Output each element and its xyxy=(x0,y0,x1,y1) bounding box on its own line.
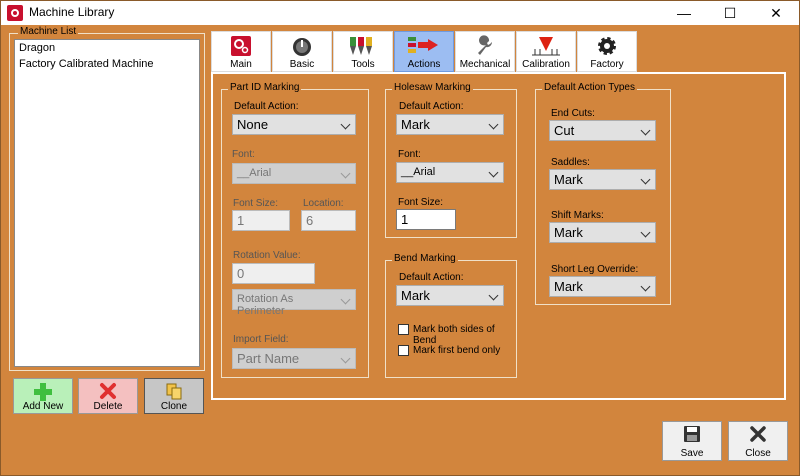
actions-icon xyxy=(408,37,438,53)
tab-actions-label: Actions xyxy=(407,59,441,70)
shift-marks-select[interactable]: Mark xyxy=(549,222,656,243)
end-cuts-label: End Cuts: xyxy=(551,108,595,119)
delete-label: Delete xyxy=(93,401,123,412)
mark-both-sides-label: Mark both sides of Bend xyxy=(413,324,495,346)
mark-both-sides-checkbox[interactable] xyxy=(398,324,409,335)
import-field-label: Import Field: xyxy=(233,334,289,345)
shift-marks-label: Shift Marks: xyxy=(551,210,604,221)
bend-marking-group: Bend Marking Default Action: Mark Mark b… xyxy=(385,253,517,378)
part-id-default-action-label: Default Action: xyxy=(234,101,299,112)
tab-tools-label: Tools xyxy=(351,59,375,70)
holesaw-marking-group: Holesaw Marking Default Action: Mark Fon… xyxy=(385,82,517,238)
save-button[interactable]: Save xyxy=(662,421,722,461)
part-id-font-size-label: Font Size: xyxy=(233,198,279,209)
machine-library-window: Machine Library — ☐ ✕ Machine List Drago… xyxy=(0,0,800,476)
delete-x-icon xyxy=(100,383,116,399)
clone-button[interactable]: Clone xyxy=(144,378,204,414)
bend-default-action-label: Default Action: xyxy=(399,272,464,283)
part-id-default-action-select[interactable]: None xyxy=(232,114,356,135)
list-item[interactable]: Dragon xyxy=(15,40,199,56)
tab-main-label: Main xyxy=(230,59,252,70)
default-action-types-group: Default Action Types End Cuts: Cut Saddl… xyxy=(535,82,671,305)
holesaw-default-action-select[interactable]: Mark xyxy=(396,114,504,135)
holesaw-font-label: Font: xyxy=(398,149,421,160)
holesaw-font-select[interactable]: __Arial xyxy=(396,162,504,183)
end-cuts-select[interactable]: Cut xyxy=(549,120,656,141)
bend-marking-caption: Bend Marking xyxy=(392,253,458,264)
calibration-icon xyxy=(532,37,560,56)
rotation-value-input[interactable]: 0 xyxy=(232,263,315,284)
short-leg-override-label: Short Leg Override: xyxy=(551,264,639,275)
tab-actions[interactable]: Actions xyxy=(394,31,454,72)
copy-icon xyxy=(166,383,182,400)
window-title: Machine Library xyxy=(29,5,115,19)
tab-mechanical-label: Mechanical xyxy=(459,59,511,70)
tab-factory-label: Factory xyxy=(590,59,624,70)
short-leg-override-select[interactable]: Mark xyxy=(549,276,656,297)
minimize-button[interactable]: — xyxy=(661,1,707,25)
wrench-icon xyxy=(478,35,493,55)
tools-icon xyxy=(350,37,372,55)
holesaw-font-size-input[interactable]: 1 xyxy=(396,209,456,230)
tab-main[interactable]: Main xyxy=(211,31,271,72)
machine-list-group: Machine List Dragon Factory Calibrated M… xyxy=(9,26,205,371)
close-window-button[interactable]: ✕ xyxy=(753,1,799,25)
holesaw-default-action-label: Default Action: xyxy=(399,101,464,112)
app-icon xyxy=(7,5,23,21)
tab-mechanical[interactable]: Mechanical xyxy=(455,31,515,72)
tab-calibration[interactable]: Calibration xyxy=(516,31,576,72)
tab-tools[interactable]: Tools xyxy=(333,31,393,72)
holesaw-font-size-label: Font Size: xyxy=(398,197,444,208)
machine-listbox[interactable]: Dragon Factory Calibrated Machine xyxy=(14,39,200,367)
rotation-mode-select[interactable]: Rotation As Perimeter xyxy=(232,289,356,317)
tab-factory[interactable]: Factory xyxy=(577,31,637,72)
save-label: Save xyxy=(680,448,704,459)
part-id-font-select[interactable]: __Arial xyxy=(232,163,356,184)
title-bar: Machine Library — ☐ ✕ xyxy=(1,1,799,25)
part-id-font-size-input[interactable]: 1 xyxy=(232,210,290,231)
holesaw-marking-caption: Holesaw Marking xyxy=(392,82,473,93)
part-id-marking-caption: Part ID Marking xyxy=(228,82,302,93)
floppy-disk-icon xyxy=(684,426,700,442)
part-id-marking-group: Part ID Marking Default Action: None Fon… xyxy=(221,82,369,378)
mark-first-bend-label: Mark first bend only xyxy=(413,345,501,356)
close-button[interactable]: Close xyxy=(728,421,788,461)
delete-button[interactable]: Delete xyxy=(78,378,138,414)
saddles-label: Saddles: xyxy=(551,157,590,168)
tab-basic[interactable]: Basic xyxy=(272,31,332,72)
part-id-location-label: Location: xyxy=(303,198,344,209)
list-item[interactable]: Factory Calibrated Machine xyxy=(15,56,199,72)
add-new-button[interactable]: Add New xyxy=(13,378,73,414)
close-label: Close xyxy=(745,448,771,459)
maximize-button[interactable]: ☐ xyxy=(707,1,753,25)
part-id-location-input[interactable]: 6 xyxy=(301,210,356,231)
saddles-select[interactable]: Mark xyxy=(549,169,656,190)
main-settings-icon xyxy=(231,36,251,56)
gear-icon xyxy=(598,37,616,55)
dial-icon xyxy=(293,38,311,56)
actions-tab-panel: Part ID Marking Default Action: None Fon… xyxy=(211,72,786,400)
mark-first-bend-checkbox[interactable] xyxy=(398,345,409,356)
plus-icon xyxy=(34,383,52,401)
close-x-icon xyxy=(750,426,766,442)
machine-list-caption: Machine List xyxy=(18,26,79,37)
default-action-types-caption: Default Action Types xyxy=(542,82,637,93)
rotation-value-label: Rotation Value: xyxy=(233,250,301,261)
tab-calibration-label: Calibration xyxy=(522,59,570,70)
part-id-font-label: Font: xyxy=(232,149,255,160)
tab-basic-label: Basic xyxy=(289,59,315,70)
clone-label: Clone xyxy=(160,401,188,412)
import-field-select[interactable]: Part Name xyxy=(232,348,356,369)
add-new-label: Add New xyxy=(22,401,64,412)
bend-default-action-select[interactable]: Mark xyxy=(396,285,504,306)
